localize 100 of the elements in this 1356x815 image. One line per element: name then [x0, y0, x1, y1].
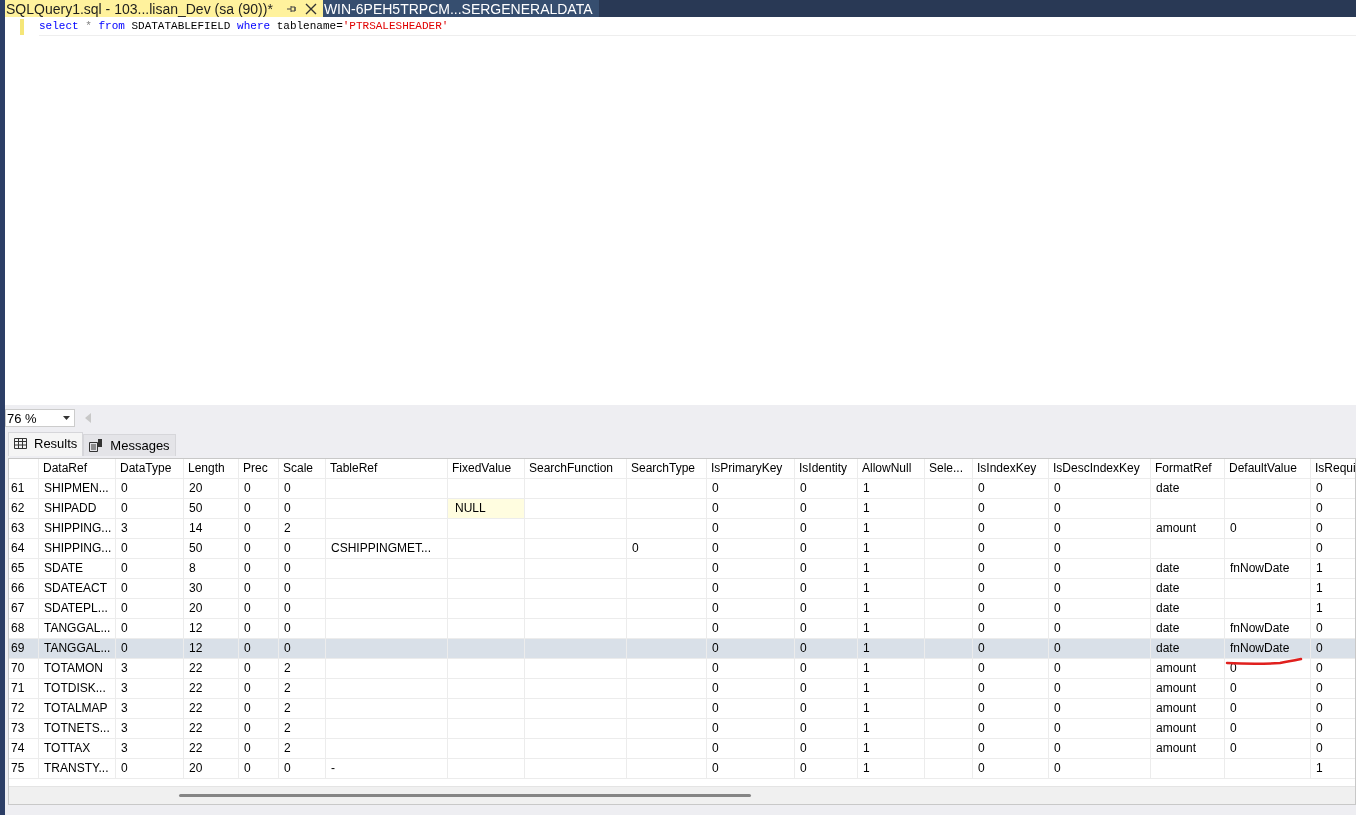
document-tab[interactable]: SQLQuery1.sql - 103...lisan_Dev (sa (90))*	[5, 0, 323, 17]
row-number[interactable]: 63	[9, 519, 39, 538]
column-header[interactable]: DefaultValue	[1225, 459, 1311, 478]
table-cell: 20	[189, 481, 203, 495]
table-cell: date	[1156, 581, 1180, 595]
table-cell: 0	[978, 561, 985, 575]
table-row[interactable]: 69 TANGGAL... 0 12 0 0 0 0 1 0 0 date fnNowDate 0	[9, 639, 1355, 659]
table-cell: fnNowDate	[1230, 641, 1290, 655]
column-header[interactable]: Length	[184, 459, 239, 478]
row-number[interactable]: 61	[9, 479, 39, 498]
table-cell: TOTALMAP	[44, 701, 108, 715]
row-number[interactable]: 64	[9, 539, 39, 558]
table-row[interactable]: 63 SHIPPING... 3 14 0 2 0 0 1 0 0 amount 0 0	[9, 519, 1355, 539]
results-tab[interactable]: Messages	[83, 434, 176, 456]
column-header[interactable]: SearchFunction	[525, 459, 627, 478]
table-row[interactable]: 65 SDATE 0 8 0 0 0 0 1 0 0 date fnNowDate 1	[9, 559, 1355, 579]
row-number[interactable]: 74	[9, 739, 39, 758]
table-cell: 0	[1054, 581, 1061, 595]
table-cell: 0	[800, 701, 807, 715]
table-row[interactable]: 62 SHIPADD 0 50 0 0 NULL 0 0 1 0 0 0	[9, 499, 1355, 519]
table-row[interactable]: 75 TRANSTY... 0 20 0 0 - 0 0 1 0 0 1	[9, 759, 1355, 779]
table-row[interactable]: 66 SDATEACT 0 30 0 0 0 0 1 0 0 date 1	[9, 579, 1355, 599]
table-cell: 12	[189, 641, 203, 655]
table-cell: 0	[244, 541, 251, 555]
table-cell: amount	[1156, 701, 1197, 715]
row-number[interactable]: 72	[9, 699, 39, 718]
table-cell: 50	[189, 541, 203, 555]
table-cell: 0	[244, 601, 251, 615]
table-cell: 0	[1054, 761, 1061, 775]
table-cell: 0	[800, 761, 807, 775]
table-row[interactable]: 64 SHIPPING... 0 50 0 0 CSHIPPINGMET... 0 0 0 1 0 0 0	[9, 539, 1355, 559]
table-cell: SHIPPING...	[44, 541, 112, 555]
table-cell: 1	[863, 761, 870, 775]
row-number[interactable]: 62	[9, 499, 39, 518]
table-cell: 22	[189, 661, 203, 675]
table-cell: date	[1156, 641, 1180, 655]
table-cell: 50	[189, 501, 203, 515]
row-number[interactable]: 73	[9, 719, 39, 738]
table-cell: 0	[1054, 641, 1061, 655]
table-cell: 0	[1316, 721, 1323, 735]
table-cell: 0	[712, 481, 719, 495]
table-cell: 2	[284, 521, 291, 535]
column-header[interactable]: DataRef	[39, 459, 116, 478]
column-header[interactable]: IsDescIndexKey	[1049, 459, 1151, 478]
change-marker	[20, 19, 24, 35]
table-row[interactable]: 73 TOTNETS... 3 22 0 2 0 0 1 0 0 amount 0 0	[9, 719, 1355, 739]
table-cell: 3	[121, 521, 128, 535]
table-cell: 0	[712, 681, 719, 695]
table-cell: 0	[712, 621, 719, 635]
table-cell: 3	[121, 661, 128, 675]
column-header[interactable]: IsPrimaryKey	[707, 459, 795, 478]
results-tab[interactable]: Results	[8, 432, 84, 456]
scrollbar-thumb[interactable]	[179, 794, 751, 797]
close-icon[interactable]	[304, 2, 317, 15]
row-number[interactable]: 67	[9, 599, 39, 618]
table-row[interactable]: 74 TOTTAX 3 22 0 2 0 0 1 0 0 amount 0 0	[9, 739, 1355, 759]
row-number[interactable]: 68	[9, 619, 39, 638]
column-header[interactable]: Scale	[279, 459, 326, 478]
column-header[interactable]: DataType	[116, 459, 184, 478]
table-cell: 14	[189, 521, 203, 535]
column-header[interactable]: AllowNull	[858, 459, 925, 478]
table-cell: 0	[121, 541, 128, 555]
table-cell: CSHIPPINGMET...	[331, 541, 431, 555]
document-tab[interactable]: WIN-6PEH5TRPCM...SERGENERALDATA	[322, 0, 599, 17]
table-cell: 0	[712, 501, 719, 515]
table-cell: 1	[863, 661, 870, 675]
column-header[interactable]: SearchType	[627, 459, 707, 478]
zoom-dropdown[interactable]: 76 %	[5, 409, 75, 427]
table-row[interactable]: 72 TOTALMAP 3 22 0 2 0 0 1 0 0 amount 0 0	[9, 699, 1355, 719]
table-cell: 0	[1054, 721, 1061, 735]
column-header[interactable]: TableRef	[326, 459, 448, 478]
column-header[interactable]: IsIndexKey	[973, 459, 1049, 478]
table-cell: 0	[1054, 601, 1061, 615]
column-header[interactable]: IsIdentity	[795, 459, 858, 478]
column-header[interactable]: Prec	[239, 459, 279, 478]
table-cell: 1	[1316, 581, 1323, 595]
table-cell: 8	[189, 561, 196, 575]
row-number[interactable]: 75	[9, 759, 39, 778]
column-header[interactable]: FormatRef	[1151, 459, 1225, 478]
table-cell: 0	[244, 761, 251, 775]
row-number[interactable]: 69	[9, 639, 39, 658]
table-cell: 0	[121, 641, 128, 655]
code-line: select * from SDATATABLEFIELD where tablename='PTRSALESHEADER'	[39, 17, 1356, 36]
row-number[interactable]: 71	[9, 679, 39, 698]
table-row[interactable]: 67 SDATEPL... 0 20 0 0 0 0 1 0 0 date 1	[9, 599, 1355, 619]
table-row[interactable]: 71 TOTDISK... 3 22 0 2 0 0 1 0 0 amount 0 0	[9, 679, 1355, 699]
table-cell: TOTDISK...	[44, 681, 106, 695]
column-header[interactable]: FixedValue	[448, 459, 525, 478]
table-cell: SDATEPL...	[44, 601, 108, 615]
table-cell: 0	[284, 501, 291, 515]
column-header[interactable]: IsRequi	[1311, 459, 1355, 478]
row-number[interactable]: 65	[9, 559, 39, 578]
column-header[interactable]: Sele...	[925, 459, 973, 478]
row-number[interactable]: 70	[9, 659, 39, 678]
table-cell: date	[1156, 621, 1180, 635]
table-cell: SHIPPING...	[44, 521, 112, 535]
table-row[interactable]: 61 SHIPMEN... 0 20 0 0 0 0 1 0 0 date 0	[9, 479, 1355, 499]
table-cell: 0	[284, 581, 291, 595]
row-number[interactable]: 66	[9, 579, 39, 598]
table-cell: 0	[800, 561, 807, 575]
